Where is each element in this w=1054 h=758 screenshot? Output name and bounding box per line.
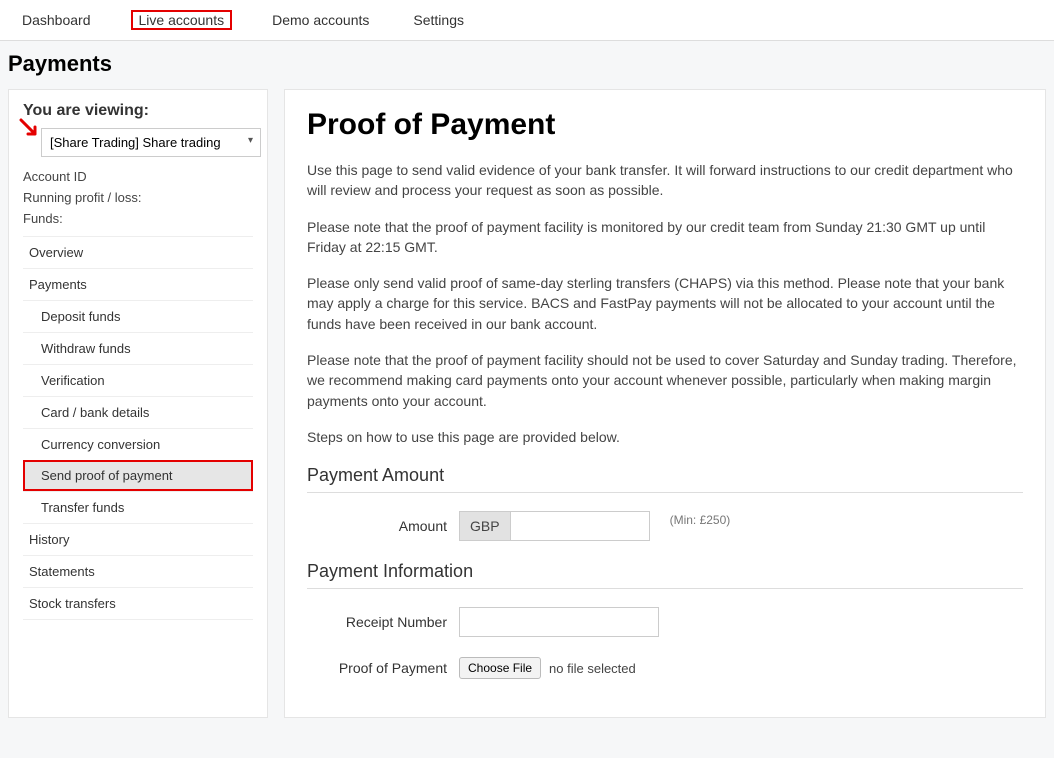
sidebar-item-stock-transfers[interactable]: Stock transfers: [23, 587, 253, 620]
receipt-row: Receipt Number: [307, 607, 1023, 637]
sidebar-item-send-proof-of-payment[interactable]: Send proof of payment: [23, 460, 253, 491]
viewing-label: You are viewing:: [23, 102, 253, 120]
account-select[interactable]: [Share Trading] Share trading: [41, 128, 261, 157]
amount-row: Amount GBP (Min: £250): [307, 511, 1023, 541]
sidebar-item-payments[interactable]: Payments: [23, 268, 253, 300]
divider: [307, 492, 1023, 493]
payment-amount-heading: Payment Amount: [307, 465, 1023, 486]
nav-demo-accounts[interactable]: Demo accounts: [268, 10, 373, 30]
amount-input[interactable]: [510, 511, 650, 541]
proof-label: Proof of Payment: [307, 660, 447, 676]
sidebar-item-statements[interactable]: Statements: [23, 555, 253, 587]
sidebar-item-overview[interactable]: Overview: [23, 236, 253, 268]
sidebar-item-history[interactable]: History: [23, 523, 253, 555]
amount-hint: (Min: £250): [670, 513, 731, 527]
intro-p3: Please only send valid proof of same-day…: [307, 273, 1023, 334]
receipt-number-input[interactable]: [459, 607, 659, 637]
receipt-label: Receipt Number: [307, 614, 447, 630]
nav-dashboard[interactable]: Dashboard: [18, 10, 95, 30]
amount-label: Amount: [307, 518, 447, 534]
page-title: Payments: [8, 51, 1046, 77]
sidebar-item-currency-conversion[interactable]: Currency conversion: [23, 428, 253, 460]
sidebar-item-transfer-funds[interactable]: Transfer funds: [23, 491, 253, 523]
nav-live-accounts[interactable]: Live accounts: [131, 10, 233, 30]
intro-p5: Steps on how to use this page are provid…: [307, 427, 1023, 447]
proof-row: Proof of Payment Choose File no file sel…: [307, 657, 1023, 679]
sidebar-nav: Overview Payments Deposit funds Withdraw…: [23, 236, 253, 620]
top-nav: Dashboard Live accounts Demo accounts Se…: [0, 0, 1054, 41]
content-heading: Proof of Payment: [307, 108, 1023, 142]
intro-p4: Please note that the proof of payment fa…: [307, 350, 1023, 411]
main-content: Proof of Payment Use this page to send v…: [284, 89, 1046, 718]
account-id-label: Account ID: [23, 169, 253, 184]
choose-file-button[interactable]: Choose File: [459, 657, 541, 679]
nav-settings[interactable]: Settings: [409, 10, 468, 30]
sidebar: You are viewing: [Share Trading] Share t…: [8, 89, 268, 718]
divider: [307, 588, 1023, 589]
payment-info-heading: Payment Information: [307, 561, 1023, 582]
intro-p1: Use this page to send valid evidence of …: [307, 160, 1023, 201]
intro-p2: Please note that the proof of payment fa…: [307, 217, 1023, 258]
funds-label: Funds:: [23, 211, 253, 226]
sidebar-item-deposit-funds[interactable]: Deposit funds: [23, 300, 253, 332]
no-file-text: no file selected: [549, 661, 636, 676]
running-pl-label: Running profit / loss:: [23, 190, 253, 205]
sidebar-item-withdraw-funds[interactable]: Withdraw funds: [23, 332, 253, 364]
currency-badge: GBP: [459, 511, 510, 541]
sidebar-item-card-bank-details[interactable]: Card / bank details: [23, 396, 253, 428]
sidebar-item-verification[interactable]: Verification: [23, 364, 253, 396]
